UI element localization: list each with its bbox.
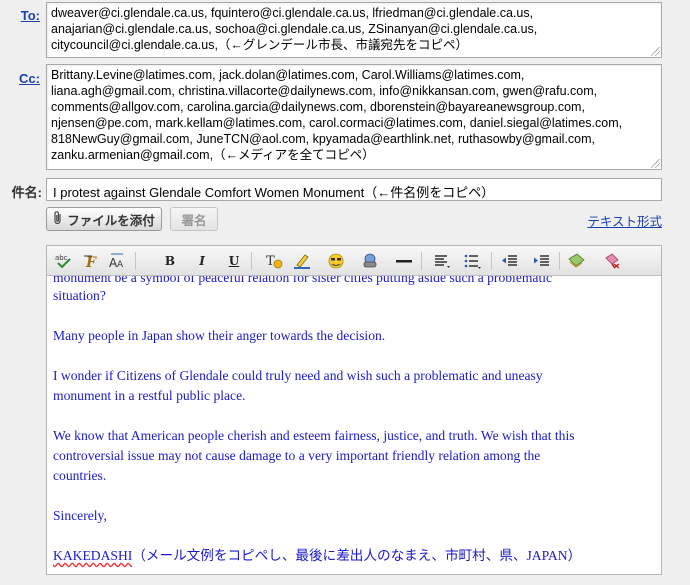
signature-label: 署名 xyxy=(181,213,207,228)
cc-line: Brittany.Levine@latimes.com, jack.dolan@… xyxy=(51,68,525,82)
toolbar-separator xyxy=(135,252,136,270)
horizontal-rule-icon[interactable] xyxy=(393,251,415,271)
body-line: monument in a restful public place. xyxy=(53,388,246,403)
attach-file-label: ファイルを添付 xyxy=(67,213,155,228)
svg-text:F: F xyxy=(85,255,97,270)
to-label[interactable]: To: xyxy=(8,8,40,23)
insert-image-icon[interactable] xyxy=(565,251,587,271)
cc-line: liana.agh@gmail.com, christina.villacort… xyxy=(51,84,598,98)
body-paragraph: situation? xyxy=(53,288,106,303)
cc-label[interactable]: Cc: xyxy=(8,71,40,86)
align-icon[interactable] xyxy=(431,251,453,271)
body-paragraph: We know that American people cherish and… xyxy=(53,426,653,486)
formatting-toolbar: abc F AA B I U T xyxy=(47,246,661,276)
signature-line: KAKEDASHI（メール文例をコピペし、最後に差出人のなまえ、市町村、県、JA… xyxy=(53,546,653,566)
cc-line: 818NewGuy@gmail.com, JuneTCN@aol.com, kp… xyxy=(51,132,596,146)
cc-field[interactable]: Brittany.Levine@latimes.com, jack.dolan@… xyxy=(46,64,662,170)
to-line: citycouncil@ci.glendale.ca.us,（←グレンデール市長… xyxy=(51,38,468,52)
attach-file-button[interactable]: ファイルを添付 xyxy=(46,207,162,231)
signature-note: （メール文例をコピペし、最後に差出人のなまえ、市町村、県、JAPAN） xyxy=(132,548,582,563)
italic-icon[interactable]: I xyxy=(191,251,213,271)
plain-text-link[interactable]: テキスト形式 xyxy=(587,211,662,230)
svg-text:A: A xyxy=(117,260,124,270)
toolbar-separator xyxy=(251,252,252,270)
cc-line: zanku.armenian@gmail.com,（←メディアを全てコピペ） xyxy=(51,148,375,162)
outdent-icon[interactable] xyxy=(499,251,521,271)
indent-icon[interactable] xyxy=(531,251,553,271)
body-line: We know that American people cherish and… xyxy=(53,428,575,443)
font-size-icon[interactable]: AA xyxy=(107,251,129,271)
body-line: controversial issue may not cause damage… xyxy=(53,448,541,463)
message-body[interactable]: monument be a symbol of peaceful relatio… xyxy=(47,276,661,574)
bullet-list-icon[interactable] xyxy=(461,251,483,271)
text-color-icon[interactable]: T xyxy=(263,251,285,271)
signature-button[interactable]: 署名 xyxy=(170,207,218,231)
bold-icon[interactable]: B xyxy=(159,251,181,271)
highlight-icon[interactable] xyxy=(291,251,313,271)
svg-text:T: T xyxy=(266,254,275,269)
closing-line: Sincerely, xyxy=(53,508,107,523)
body-line: countries. xyxy=(53,468,107,483)
resize-grip[interactable] xyxy=(651,47,660,56)
toolbar-separator xyxy=(491,252,492,270)
paperclip-icon xyxy=(53,210,63,228)
signature-name: KAKEDASHI xyxy=(53,548,133,563)
subject-label: 件名: xyxy=(11,185,42,200)
emoticon-icon[interactable] xyxy=(325,251,347,271)
spellcheck-icon[interactable]: abc xyxy=(53,251,75,271)
body-line: I wonder if Citizens of Glendale could t… xyxy=(53,368,543,383)
remove-format-icon[interactable] xyxy=(601,251,623,271)
cc-line: comments@allgov.com, carolina.garcia@dai… xyxy=(51,100,585,114)
resize-grip[interactable] xyxy=(651,159,660,168)
to-line: dweaver@ci.glendale.ca.us, fquintero@ci.… xyxy=(51,6,534,20)
underline-icon[interactable]: U xyxy=(223,251,245,271)
to-field[interactable]: dweaver@ci.glendale.ca.us, fquintero@ci.… xyxy=(46,2,662,58)
font-icon[interactable]: F xyxy=(81,251,103,271)
body-paragraph: Many people in Japan show their anger to… xyxy=(53,328,386,343)
message-editor[interactable]: abc F AA B I U T monument be a symbol of… xyxy=(46,245,662,575)
to-line: anajarian@ci.glendale.ca.us, sochoa@ci.g… xyxy=(51,22,538,36)
subject-input[interactable]: I protest against Glendale Comfort Women… xyxy=(46,178,662,201)
link-icon[interactable] xyxy=(359,251,381,271)
toolbar-separator xyxy=(421,252,422,270)
toolbar-separator xyxy=(559,252,560,270)
cc-line: njensen@pe.com, mark.kellam@latimes.com,… xyxy=(51,116,623,130)
body-paragraph: I wonder if Citizens of Glendale could t… xyxy=(53,366,653,406)
svg-text:abc: abc xyxy=(55,254,68,262)
